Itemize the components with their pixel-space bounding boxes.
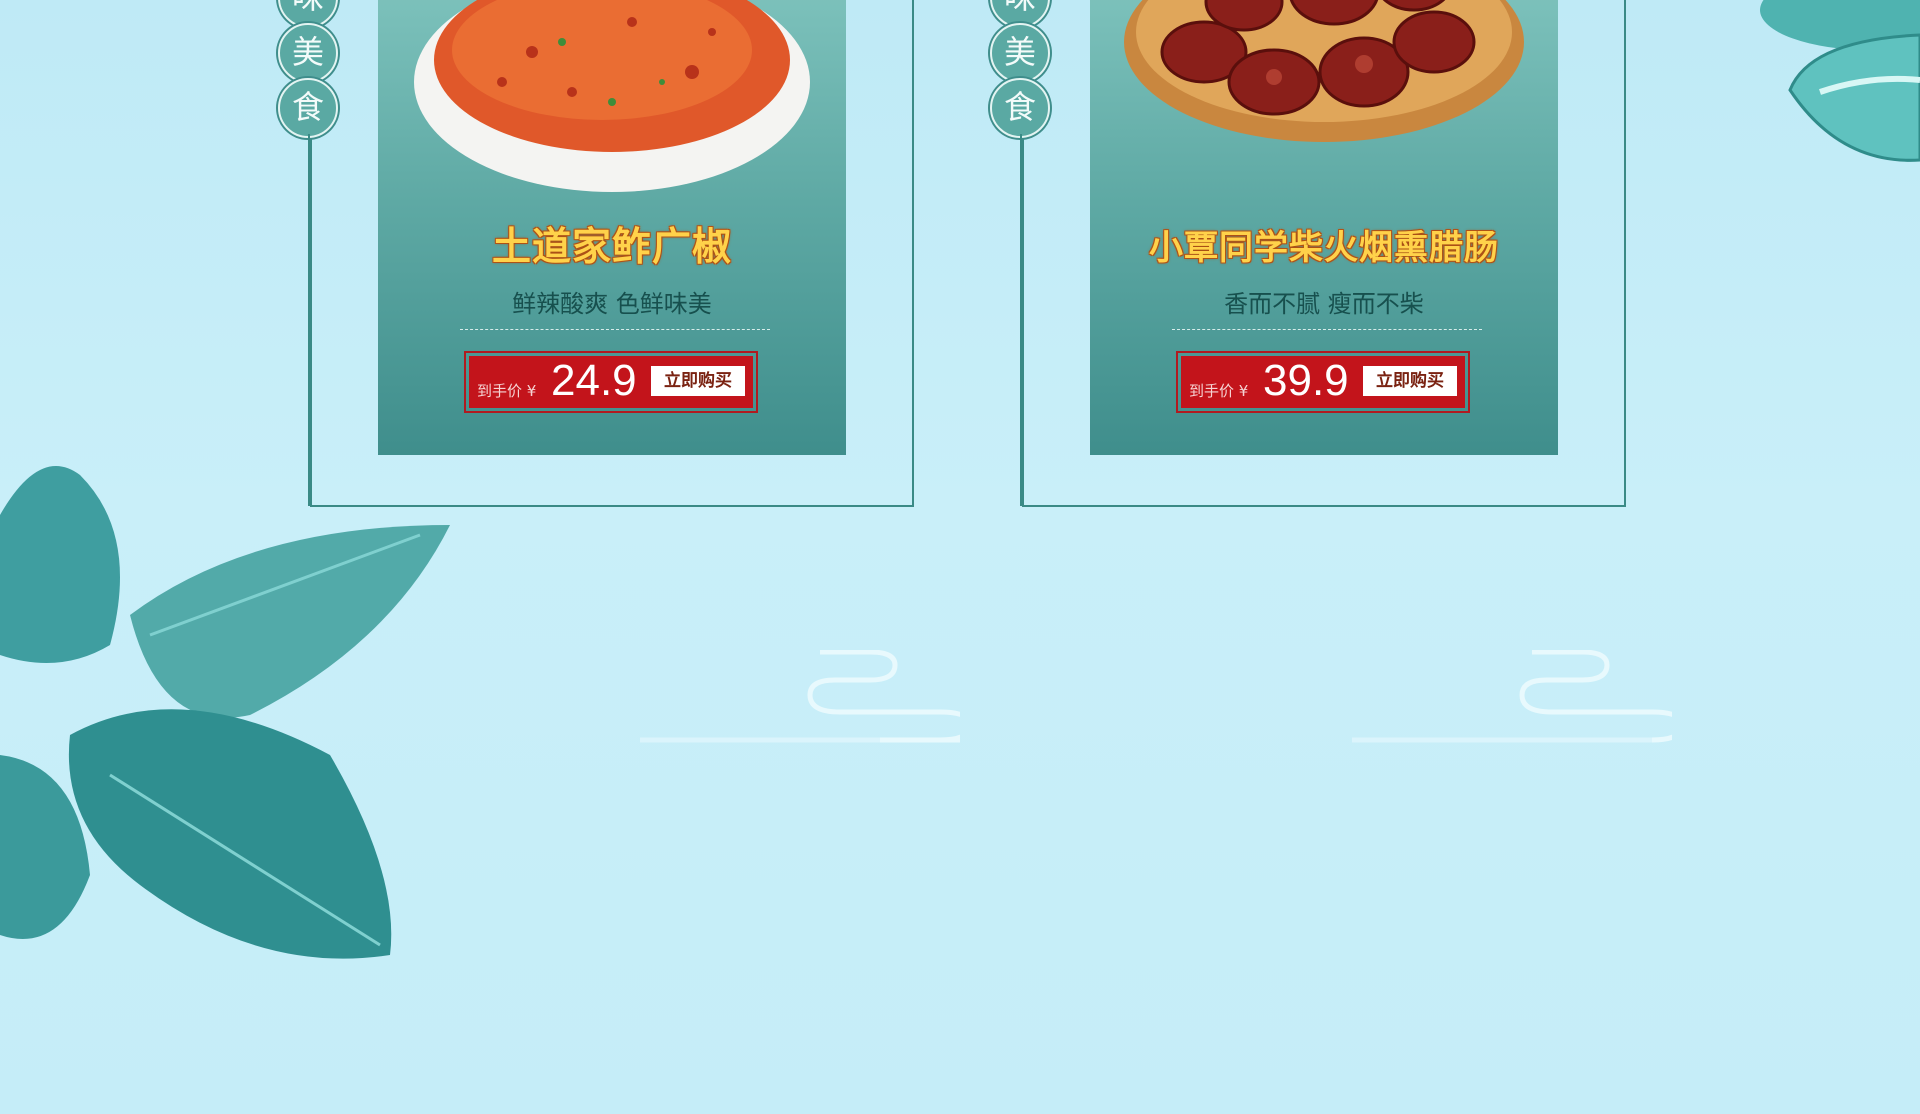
leaf-decoration-top-right [1760,0,1920,162]
leaf-decoration-left [0,466,450,959]
divider [460,329,770,330]
seal-char: 美 [278,23,338,83]
product-title: 土道家鲊广椒 [491,225,732,270]
price-prefix: 到手价 ¥ [1189,382,1249,400]
price-tag[interactable]: 到手价 ¥ 24.9 立即购买 [464,351,758,413]
seal-line [1020,134,1022,506]
price-prefix: 到手价 ¥ [477,382,537,400]
buy-now-button[interactable]: 立即购买 [1363,366,1457,396]
seal-char: 美 [990,23,1050,83]
seal-line [308,134,310,506]
product-panel: 土道家鲊广椒 鲜辣酸爽 色鲜味美 到手价 ¥ 24.9 立即购买 [378,0,846,455]
price-value: 24.9 [551,356,637,405]
product-image-chili[interactable] [412,0,812,192]
buy-now-button[interactable]: 立即购买 [651,366,745,396]
product-title: 小覃同学柴火烟熏腊肠 [1149,228,1499,268]
price-tag[interactable]: 到手价 ¥ 39.9 立即购买 [1176,351,1470,413]
price-value: 39.9 [1263,356,1349,405]
product-slogan: 鲜辣酸爽 色鲜味美 [512,290,712,318]
product-slogan: 香而不腻 瘦而不柴 [1224,290,1424,318]
cloud-decoration [1352,650,1672,743]
product-image-sausage[interactable] [1124,0,1524,192]
cloud-decoration [640,650,960,743]
product-card[interactable]: 味 美 食 小覃同学柴火烟熏腊肠 香而不腻 瘦而不柴 到手价 ¥ [990,0,1626,507]
seal-char: 食 [990,78,1050,138]
product-panel: 小覃同学柴火烟熏腊肠 香而不腻 瘦而不柴 到手价 ¥ 39.9 立即购买 [1090,0,1558,455]
product-card[interactable]: 味 美 食 土道家鲊广椒 鲜辣酸爽 色鲜味美 到手价 ¥ 24.9 立即购买 [278,0,914,507]
seal-char: 食 [278,78,338,138]
divider [1172,329,1482,330]
